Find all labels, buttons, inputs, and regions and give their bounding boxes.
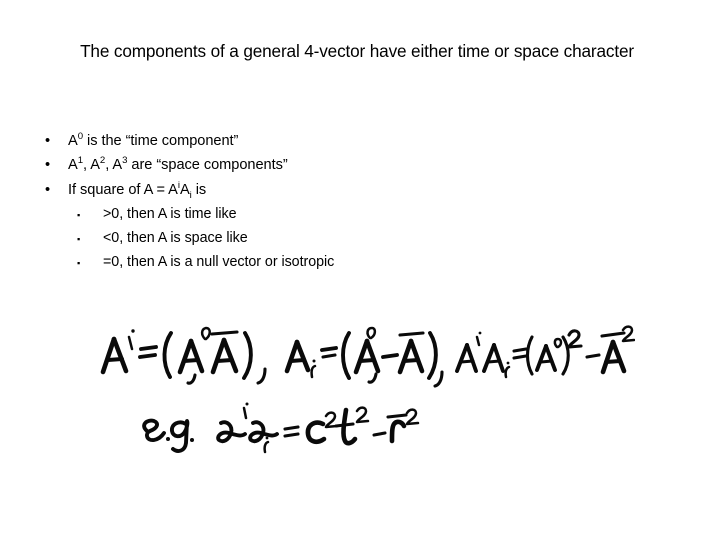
list-item-label: >0, then A is time like xyxy=(103,205,237,222)
bullet-marker-icon: • xyxy=(45,181,51,198)
list-item: • A0 is the “time component” xyxy=(44,129,664,153)
ink-minus-2 xyxy=(585,353,601,359)
ink-minus-3 xyxy=(372,431,387,437)
handwritten-equation-annotation xyxy=(95,325,635,470)
list-item: ▪ >0, then A is time like xyxy=(75,202,664,226)
ink-minus-1 xyxy=(381,353,399,359)
bullet-marker-icon: • xyxy=(45,133,51,149)
ink-equals-1 xyxy=(138,345,158,359)
bullet-marker-icon: ▪ xyxy=(77,209,81,220)
ink-equals-2 xyxy=(320,346,338,359)
ink-t-squared xyxy=(334,406,370,446)
ink-A-superscript-i xyxy=(100,329,135,375)
bullet-marker-icon: ▪ xyxy=(77,258,81,269)
list-item-label: =0, then A is a null vector or isotropic xyxy=(103,254,335,271)
subscript: i xyxy=(189,189,192,201)
bullet-marker-icon: • xyxy=(45,157,51,174)
ink-paren-open-2 xyxy=(341,331,351,380)
ink-c-squared xyxy=(305,411,339,445)
ink-A-subscript-i xyxy=(284,339,317,379)
list-item: • If square of A = AiAi is xyxy=(44,178,664,202)
ink-A-superscript-0-b xyxy=(353,326,381,375)
ink-paren-close-2 xyxy=(427,331,438,380)
ink-vector-A-1 xyxy=(210,330,239,375)
superscript: 2 xyxy=(99,155,106,167)
list-item: • A1, A2, A3 are “space components” xyxy=(44,153,664,177)
bullet-list: • A0 is the “time component” • A1, A2, A… xyxy=(44,129,664,275)
ink-AiAi xyxy=(455,331,511,379)
title-line-2: character xyxy=(563,41,634,61)
ink-A0-squared xyxy=(525,329,583,376)
handwriting-ink-svg xyxy=(100,325,635,454)
list-item: ▪ <0, then A is space like xyxy=(75,226,664,250)
superscript: 3 xyxy=(122,155,128,167)
list-item-label: A1, A2, A3 are “space components” xyxy=(68,155,288,174)
bullet-marker-icon: ▪ xyxy=(77,234,81,245)
ink-x-superscript-i xyxy=(216,402,249,444)
ink-comma-3 xyxy=(367,372,378,384)
ink-comma-4 xyxy=(433,370,444,388)
title-line-1: The components of a general 4-vector hav… xyxy=(80,41,559,61)
superscript: 0 xyxy=(77,131,83,143)
ink-x-subscript-i xyxy=(248,420,279,454)
ink-vector-A-squared xyxy=(600,325,635,375)
list-item-label: A0 is the “time component” xyxy=(68,131,239,149)
page-title: The components of a general 4-vector hav… xyxy=(41,39,673,63)
ink-paren-open-1 xyxy=(162,331,173,379)
ink-comma-1 xyxy=(186,373,197,385)
slide-canvas: The components of a general 4-vector hav… xyxy=(0,0,720,540)
ink-vector-r-squared xyxy=(386,408,420,444)
superscript: 1 xyxy=(77,155,83,167)
ink-paren-close-1 xyxy=(242,331,253,380)
ink-eg xyxy=(142,418,194,453)
list-item: ▪ =0, then A is a null vector or isotrop… xyxy=(75,250,664,274)
ink-A-superscript-0 xyxy=(177,326,211,375)
ink-comma-2 xyxy=(256,367,267,385)
list-item-label: If square of A = AiAi is xyxy=(68,179,207,201)
ink-vector-A-2 xyxy=(397,331,425,375)
ink-equals-3 xyxy=(512,347,528,360)
superscript: i xyxy=(177,179,180,191)
list-item-label: <0, then A is space like xyxy=(103,230,248,247)
ink-equals-4 xyxy=(283,425,300,438)
